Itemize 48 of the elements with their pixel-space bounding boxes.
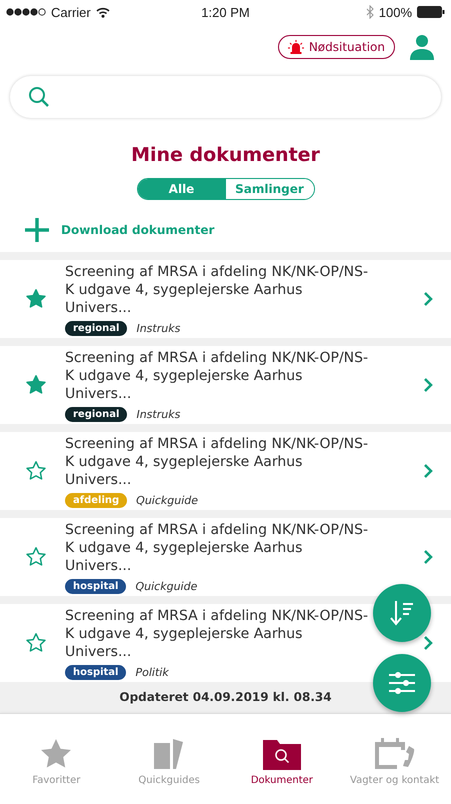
document-type: Quickguide: [135, 580, 198, 592]
star-filled-icon[interactable]: [25, 374, 47, 396]
document-title: Screening af MRSA i afdeling NK/NK-OP/NS-K udgave 4, sygeplejerske Aarhus Univers...: [65, 520, 370, 574]
chevron-right-icon: [423, 635, 433, 651]
chevron-right-icon: [423, 291, 433, 307]
scope-tag: regional: [65, 320, 128, 336]
sliders-icon: [388, 671, 416, 695]
document-type: Instruks: [136, 408, 180, 420]
document-item[interactable]: Screening af MRSA i afdeling NK/NK-OP/NS-K udgave 4, sygeplejerske Aarhus Univers... regional Instruks: [0, 346, 451, 424]
document-type: Politik: [135, 666, 169, 678]
bluetooth-icon: [366, 5, 374, 19]
star-filled-icon[interactable]: [25, 288, 47, 310]
star-outline-icon[interactable]: [25, 632, 47, 654]
document-type: Instruks: [136, 322, 180, 334]
document-title: Screening af MRSA i afdeling NK/NK-OP/NS-K udgave 4, sygeplejerske Aarhus Univers...: [65, 606, 370, 660]
chevron-right-icon: [423, 377, 433, 393]
star-outline-icon[interactable]: [25, 460, 47, 482]
signal-icon: [6, 8, 46, 16]
battery-percent: 100%: [378, 4, 412, 20]
document-item[interactable]: Screening af MRSA i afdeling NK/NK-OP/NS-K udgave 4, sygeplejerske Aarhus Univers... hospital Politik: [0, 604, 451, 682]
document-type: Quickguide: [136, 494, 198, 506]
battery-icon: [417, 6, 446, 18]
scope-tag: afdeling: [65, 492, 128, 508]
chevron-right-icon: [423, 549, 433, 565]
page-title: Mine dokumenter: [130, 143, 321, 168]
scope-tag: hospital: [65, 664, 126, 680]
siren-icon: [288, 40, 304, 54]
carrier-name: Carrier: [51, 4, 91, 20]
document-title: Screening af MRSA i afdeling NK/NK-OP/NS-K udgave 4, sygeplejerske Aarhus Univers...: [65, 262, 370, 316]
scope-tag: hospital: [65, 578, 126, 594]
updated-notice: Opdateret 04.09.2019 kl. 08.34: [0, 682, 451, 714]
star-outline-icon[interactable]: [25, 546, 47, 568]
scope-tag: regional: [65, 406, 128, 422]
document-item[interactable]: Screening af MRSA i afdeling NK/NK-OP/NS-K udgave 4, sygeplejerske Aarhus Univers... regional Instruks: [0, 260, 451, 338]
emergency-button[interactable]: Nødsituation: [278, 35, 395, 59]
plus-icon[interactable]: [25, 218, 49, 242]
document-item[interactable]: Screening af MRSA i afdeling NK/NK-OP/NS-K udgave 4, sygeplejerske Aarhus Univers... afdeling Quickguide: [0, 432, 451, 510]
user-icon[interactable]: [409, 34, 435, 60]
chevron-right-icon: [423, 463, 433, 479]
document-title: Screening af MRSA i afdeling NK/NK-OP/NS-K udgave 4, sygeplejerske Aarhus Univers...: [65, 348, 370, 402]
document-title: Screening af MRSA i afdeling NK/NK-OP/NS-K udgave 4, sygeplejerske Aarhus Univers...: [65, 434, 370, 488]
wifi-icon: [96, 6, 110, 18]
calendar-phone-icon: [372, 736, 417, 770]
search-icon: [28, 86, 50, 108]
tab-bar-item[interactable]: Dokumenter: [229, 736, 334, 786]
document-item[interactable]: Screening af MRSA i afdeling NK/NK-OP/NS-K udgave 4, sygeplejerske Aarhus Univers... hospital Quickguide: [0, 518, 451, 596]
clock-time: 1:20 PM: [201, 4, 250, 20]
sort-icon: [388, 599, 416, 627]
